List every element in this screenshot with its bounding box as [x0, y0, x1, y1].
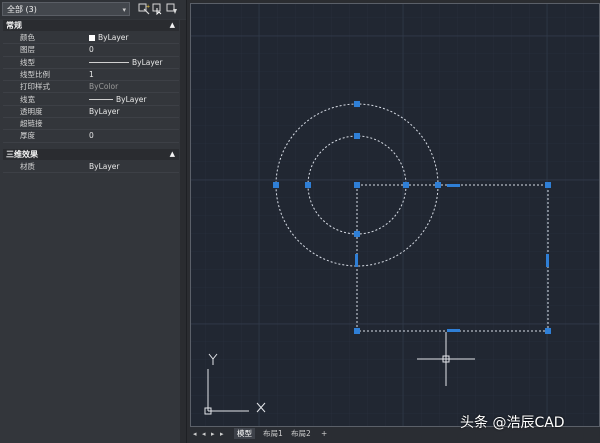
- watermark: 头条 @浩辰CAD: [460, 415, 565, 431]
- property-key: 打印样式: [20, 82, 50, 92]
- property-value: 0: [89, 131, 94, 141]
- grip-square[interactable]: [354, 182, 360, 188]
- property-row-color[interactable]: 颜色 ByLayer: [3, 32, 179, 45]
- lineweight-preview-icon: [89, 98, 113, 100]
- property-value-text: ByLayer: [98, 33, 129, 42]
- collapse-icon: ▲: [169, 21, 175, 29]
- color-swatch-icon: [89, 35, 95, 41]
- select-objects-icon[interactable]: [152, 3, 164, 15]
- drawing-canvas[interactable]: [190, 3, 600, 427]
- property-key: 超链接: [20, 119, 43, 129]
- prev-tab-icon[interactable]: ◂: [202, 430, 206, 438]
- last-tab-icon[interactable]: ▸: [220, 430, 224, 438]
- palette-scrollbar[interactable]: [180, 20, 186, 443]
- grip-midpoint[interactable]: [546, 254, 549, 267]
- toggle-pickadd-icon[interactable]: +: [138, 3, 150, 15]
- tab-layout1[interactable]: 布局1: [260, 428, 286, 439]
- section-3d-effects[interactable]: 三维效果 ▲: [3, 149, 179, 160]
- property-value: ByLayer: [89, 32, 129, 44]
- grip-midpoint[interactable]: [355, 254, 358, 267]
- property-key: 线型: [20, 57, 35, 67]
- grip-midpoint[interactable]: [447, 184, 460, 187]
- tab-model[interactable]: 模型: [234, 428, 255, 439]
- linetype-preview-icon: [89, 61, 129, 63]
- object-selector-dropdown[interactable]: 全部 (3) ▾: [2, 2, 130, 16]
- grip-square[interactable]: [354, 133, 360, 139]
- property-key: 线型比例: [20, 69, 50, 79]
- quick-select-icon[interactable]: [166, 3, 178, 15]
- grip-square[interactable]: [545, 182, 551, 188]
- next-tab-icon[interactable]: ▸: [211, 430, 215, 438]
- palette-toolbar: 全部 (3) ▾ +: [0, 0, 186, 19]
- property-row-linetype-scale[interactable]: 线型比例 1: [3, 69, 179, 82]
- grip-square[interactable]: [435, 182, 441, 188]
- property-row-thickness[interactable]: 厚度 0: [3, 130, 179, 143]
- svg-text:+: +: [146, 4, 150, 10]
- grip-square[interactable]: [273, 182, 279, 188]
- first-tab-icon[interactable]: ◂: [193, 430, 197, 438]
- grip-square[interactable]: [354, 101, 360, 107]
- object-selector-value: 全部 (3): [7, 5, 37, 14]
- collapse-icon: ▲: [169, 150, 175, 158]
- property-value: 1: [89, 69, 94, 79]
- section-general[interactable]: 常规 ▲: [3, 20, 179, 31]
- property-row-layer[interactable]: 图层 0: [3, 44, 179, 57]
- grip-square[interactable]: [354, 231, 360, 237]
- property-key: 颜色: [20, 33, 35, 42]
- section-general-label: 常规: [6, 21, 22, 30]
- property-key: 厚度: [20, 131, 35, 141]
- grip-square[interactable]: [403, 182, 409, 188]
- property-value: ByLayer: [89, 57, 163, 69]
- properties-palette: 全部 (3) ▾ + 常规 ▲ 颜色 ByLayer 图层 0 线型 ByLay…: [0, 0, 187, 443]
- property-value-text: ByLayer: [132, 57, 163, 67]
- model-space-drawing: [191, 4, 599, 426]
- property-value: ByLayer: [89, 94, 147, 106]
- property-value: 0: [89, 45, 94, 55]
- grip-square[interactable]: [354, 328, 360, 334]
- property-row-linetype[interactable]: 线型 ByLayer: [3, 57, 179, 69]
- property-value: ByColor: [89, 82, 119, 92]
- property-value: ByLayer: [89, 106, 120, 116]
- chevron-down-icon: ▾: [122, 6, 126, 14]
- section-3d-label: 三维效果: [6, 150, 38, 159]
- property-row-material[interactable]: 材质 ByLayer: [3, 161, 179, 174]
- property-key: 材质: [20, 162, 35, 171]
- tab-layout2[interactable]: 布局2: [288, 428, 314, 439]
- property-value: ByLayer: [89, 162, 120, 171]
- property-row-plot-style[interactable]: 打印样式 ByColor: [3, 81, 179, 94]
- grip-square[interactable]: [545, 328, 551, 334]
- property-row-hyperlink[interactable]: 超链接: [3, 118, 179, 131]
- property-key: 图层: [20, 45, 35, 55]
- property-key: 透明度: [20, 106, 43, 116]
- grip-midpoint[interactable]: [447, 329, 460, 332]
- property-value-text: ByLayer: [116, 94, 147, 104]
- grip-square[interactable]: [305, 182, 311, 188]
- property-row-lineweight[interactable]: 线宽 ByLayer: [3, 94, 179, 106]
- tab-add[interactable]: +: [318, 428, 330, 439]
- property-row-transparency[interactable]: 透明度 ByLayer: [3, 106, 179, 119]
- property-key: 线宽: [20, 94, 35, 104]
